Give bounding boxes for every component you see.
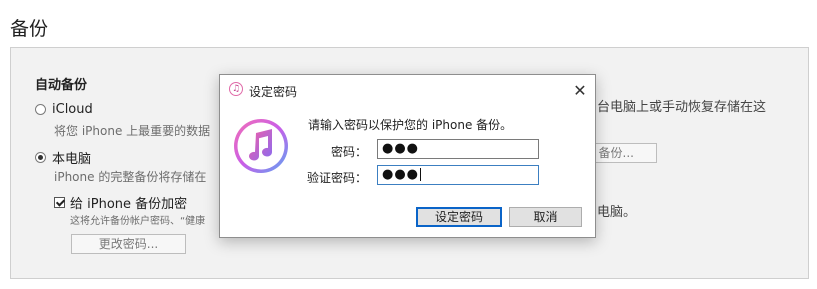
password-field[interactable]: ●●●: [377, 139, 539, 159]
verify-password-field[interactable]: ●●●: [377, 165, 539, 185]
password-label: 密码：: [330, 145, 367, 159]
set-password-button[interactable]: 设定密码: [416, 207, 502, 227]
icloud-description: 将您 iPhone 上最重要的数据: [54, 124, 211, 138]
page-title: 备份: [10, 18, 49, 40]
icloud-radio-row[interactable]: iCloud: [35, 102, 93, 117]
password-value: ●●●: [382, 141, 420, 156]
dialog-title: 设定密码: [249, 85, 298, 99]
this-computer-radio-row[interactable]: 本电脑: [35, 148, 91, 167]
dialog-titlebar: ♫ 设定密码 ✕: [220, 75, 595, 105]
encrypt-label: 给 iPhone 备份加密: [70, 197, 188, 212]
verify-password-value: ●●●: [382, 167, 420, 182]
close-icon[interactable]: ✕: [565, 75, 595, 105]
right-description-line: 台电脑上或手动恢复存储在这: [597, 100, 767, 115]
this-computer-description: iPhone 的完整备份将存储在: [54, 170, 207, 184]
icloud-label: iCloud: [52, 102, 93, 117]
this-computer-label: 本电脑: [52, 152, 92, 167]
right-description-line-2: 电脑。: [597, 205, 637, 220]
change-password-button[interactable]: 更改密码...: [71, 234, 186, 254]
set-password-dialog: ♫ 设定密码 ✕ 请输入密码以保护您的 iPhone 备份。 密码： ●●● 验…: [219, 74, 596, 238]
verify-password-label: 验证密码：: [307, 171, 368, 185]
itunes-small-icon: ♫: [229, 82, 243, 96]
encrypt-checkbox[interactable]: [54, 197, 65, 208]
section-title: 自动备份: [35, 78, 88, 93]
dialog-prompt: 请输入密码以保护您的 iPhone 备份。: [308, 118, 513, 132]
text-caret: [420, 168, 422, 181]
this-computer-radio[interactable]: [35, 152, 46, 163]
icloud-radio[interactable]: [35, 104, 46, 115]
encrypt-note: 这将允许备份帐户密码、“健康: [70, 216, 206, 227]
encrypt-checkbox-row[interactable]: 给 iPhone 备份加密: [54, 193, 187, 212]
cancel-button[interactable]: 取消: [509, 207, 582, 227]
backup-restore-button[interactable]: 备份...: [589, 143, 657, 163]
itunes-icon: [234, 119, 288, 173]
